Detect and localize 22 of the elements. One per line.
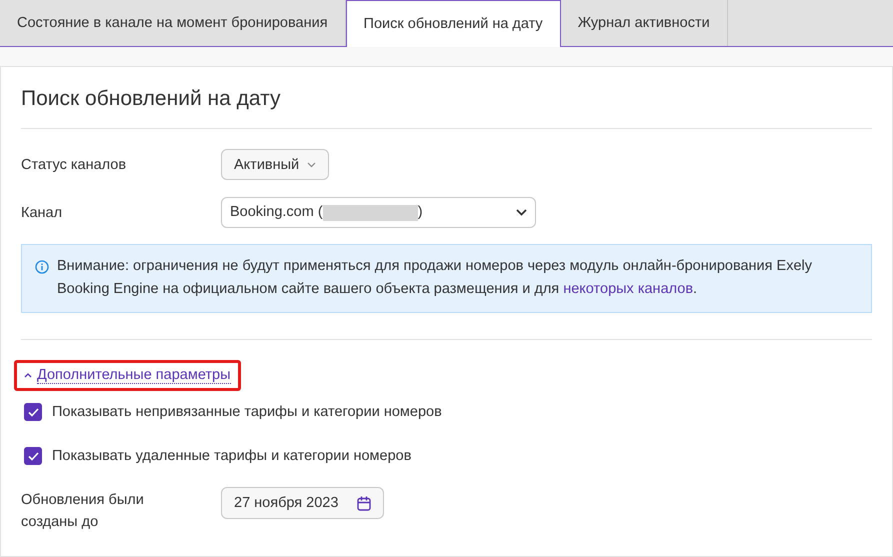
date-field[interactable]: 27 ноября 2023 — [221, 487, 384, 519]
notice-link[interactable]: некоторых каналов — [563, 281, 694, 297]
advanced-toggle[interactable]: Дополнительные параметры — [14, 360, 241, 391]
panel-title: Поиск обновлений на дату — [21, 86, 282, 112]
checkbox[interactable] — [24, 403, 42, 421]
info-icon — [35, 260, 49, 274]
chevron-down-icon — [516, 209, 527, 216]
checkbox-label: Показывать непривязанные тарифы и категории номеров — [52, 404, 442, 420]
field-label: Канал — [21, 204, 64, 220]
channel-select[interactable]: Booking.com ( ) — [221, 197, 536, 228]
checkbox-label: Показывать удаленные тарифы и категории номеров — [52, 448, 412, 464]
tab[interactable]: Поиск обновлений на дату — [346, 0, 561, 47]
checkbox[interactable] — [24, 447, 42, 465]
field-label: Статус каналов — [21, 156, 128, 172]
field-label: Обновления были созданы до — [21, 491, 145, 532]
chevron-down-icon — [307, 162, 316, 168]
chevron-up-icon — [24, 373, 32, 378]
status-dropdown[interactable]: Активный — [221, 149, 330, 180]
notice-text: Внимание: ограничения не будут применяться для продажи номеров через модуль онлайн-бронирования Exely Booking Engine на официальном сайте вашего объекта размещения и для некоторых каналов. — [57, 257, 813, 299]
check-icon — [28, 452, 38, 460]
calendar-icon — [357, 496, 371, 510]
check-icon — [28, 408, 38, 416]
